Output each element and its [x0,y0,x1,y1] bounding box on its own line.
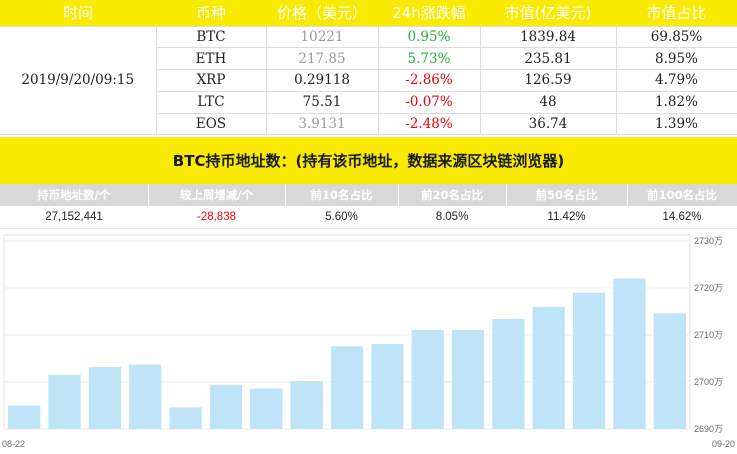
header-top50: 前50名占比 [506,184,628,206]
y-tick-label: 2690万 [694,424,723,434]
coin-name: ETH [155,47,267,71]
coin-change: -2.86% [377,69,481,92]
coin-market-cap: 36.74 [479,112,617,136]
x-end-label: 09-20 [712,439,735,449]
header-change: 24h涨跌幅 [378,0,480,26]
coin-name: XRP [155,69,267,92]
bar [129,364,162,429]
bar [48,374,81,429]
address-table: 持币地址数/个 较上周增减/个 前10名占比 前20名占比 前50名占比 前10… [0,184,737,229]
header-address-count: 持币地址数/个 [0,184,149,206]
coin-market-cap: 126.59 [479,69,617,92]
coin-price: 0.29118 [265,69,379,92]
coin-share: 1.82% [615,90,737,114]
header-market-cap: 市值(亿美元) [480,0,616,26]
coin-market-cap: 235.81 [479,47,617,71]
y-tick-label: 2720万 [694,283,723,293]
timestamp: 2019/9/20/09:15 [0,25,157,136]
bar [330,346,364,429]
y-tick-label: 2700万 [694,377,723,387]
bar [290,381,323,429]
address-count-value: 27,152,441 [0,206,148,229]
bar [169,407,202,429]
coin-change: 5.73% [377,47,481,71]
coin-name: EOS [155,112,267,136]
header-price: 价格（美元） [266,0,378,26]
bar [250,388,283,429]
address-chart: 2690万 2700万 2710万 2720万 2730万 08-22 09-20 [0,231,737,454]
banner-title: BTC持币地址数：(持有该币地址，数据来源区块链浏览器) [172,152,565,170]
bar [532,306,565,429]
bar [411,329,444,429]
coin-price: 10221 [265,25,379,49]
coin-share: 1.39% [615,112,737,136]
table-row: 27,152,441 -28,838 5.60% 8.05% 11.42% 14… [0,206,737,229]
header-top10: 前10名占比 [285,184,399,206]
table-row: 2019/9/20/09:15 BTC 10221 0.95% 1839.84 … [0,25,737,136]
coin-price: 3.9131 [265,112,379,136]
bar [209,384,243,429]
header-time: 时间 [0,0,156,26]
bar [371,343,404,429]
bar [88,366,122,429]
coin-change: -2.48% [377,112,481,136]
top100-value: 14.62% [627,206,737,229]
coin-share: 69.85% [615,25,737,49]
bar [451,329,485,429]
y-tick-label: 2710万 [694,330,723,340]
bar [613,278,646,429]
coin-change: -0.07% [377,90,481,114]
bar [8,405,41,429]
coin-price: 75.51 [265,90,379,114]
coin-market-cap: 48 [479,90,617,114]
coin-market-cap: 1839.84 [479,25,617,49]
x-start-label: 08-22 [2,439,25,449]
price-table-header: 时间 币种 价格（美元） 24h涨跌幅 市值(亿美元) 市值占比 [0,0,737,26]
top50-value: 11.42% [506,206,627,229]
price-table: 时间 币种 价格（美元） 24h涨跌幅 市值(亿美元) 市值占比 2019/9/… [0,0,737,136]
bar [492,319,525,429]
header-coin: 币种 [156,0,266,26]
bar [572,292,606,429]
header-weekly-change: 较上周增减/个 [148,184,286,206]
coin-change: 0.95% [377,25,481,49]
coin-name: BTC [155,25,267,49]
header-top20: 前20名占比 [398,184,507,206]
y-tick-label: 2730万 [694,236,723,246]
bar [653,313,686,429]
weekly-change-value: -28,838 [148,206,285,229]
top20-value: 8.05% [398,206,506,229]
coin-share: 8.95% [615,47,737,71]
coin-share: 4.79% [615,69,737,92]
header-share: 市值占比 [616,0,737,26]
bar-chart: 2690万 2700万 2710万 2720万 2730万 08-22 09-20 [2,234,735,449]
coin-name: LTC [155,90,267,114]
address-table-header: 持币地址数/个 较上周增减/个 前10名占比 前20名占比 前50名占比 前10… [0,184,737,206]
address-banner: BTC持币地址数：(持有该币地址，数据来源区块链浏览器) [0,137,737,184]
top10-value: 5.60% [285,206,398,229]
coin-price: 217.85 [265,47,379,71]
header-top100: 前100名占比 [627,184,737,206]
